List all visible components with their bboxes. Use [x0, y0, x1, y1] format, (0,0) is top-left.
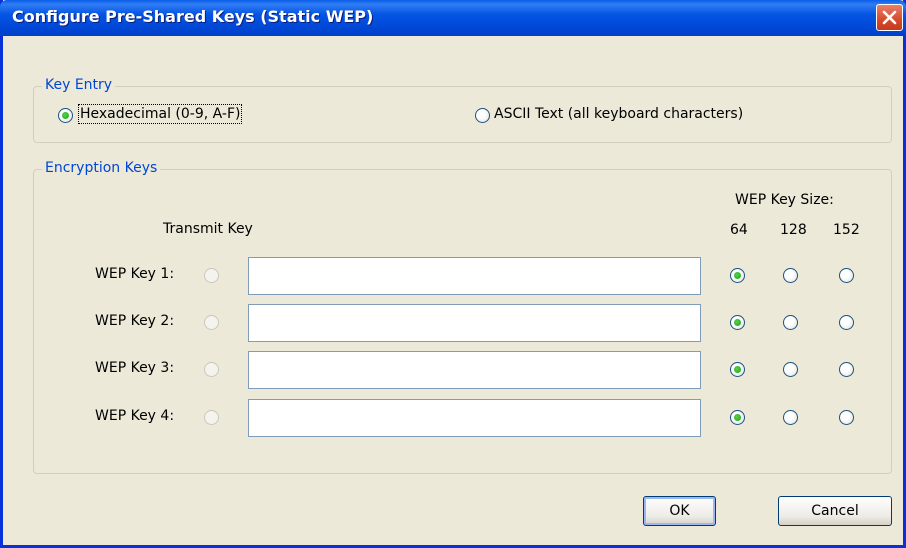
wep-key-3-transmit-radio	[204, 362, 219, 377]
wep-key-4-size-128-radio[interactable]	[783, 410, 798, 425]
close-button[interactable]	[876, 4, 903, 31]
wep-key-1-field[interactable]	[248, 257, 701, 295]
wep-key-3-size-128-radio[interactable]	[783, 362, 798, 377]
ascii-label[interactable]: ASCII Text (all keyboard characters)	[494, 106, 743, 122]
wep-key-1-label: WEP Key 1:	[95, 266, 175, 282]
close-icon	[882, 10, 897, 25]
wep-key-1-size-152-radio[interactable]	[839, 268, 854, 283]
ascii-radio[interactable]	[475, 108, 490, 123]
wep-key-1-size-64-radio[interactable]	[730, 268, 745, 283]
wep-key-4-label: WEP Key 4:	[95, 408, 175, 424]
wep-key-2-size-128-radio[interactable]	[783, 315, 798, 330]
wep-key-3-size-152-radio[interactable]	[839, 362, 854, 377]
wep-key-4-size-152-radio[interactable]	[839, 410, 854, 425]
window-title: Configure Pre-Shared Keys (Static WEP)	[12, 7, 374, 26]
wep-key-3-field[interactable]	[248, 351, 701, 389]
wep-key-2-label: WEP Key 2:	[95, 313, 175, 329]
key-entry-title: Key Entry	[42, 77, 116, 93]
wep-key-4-transmit-radio	[204, 410, 219, 425]
transmit-key-header: Transmit Key	[163, 221, 253, 237]
title-bar[interactable]: Configure Pre-Shared Keys (Static WEP)	[0, 0, 906, 36]
wep-key-4-field[interactable]	[248, 399, 701, 437]
wep-key-2-transmit-radio	[204, 315, 219, 330]
wep-key-size-header: WEP Key Size:	[735, 192, 834, 208]
hexadecimal-radio[interactable]	[58, 108, 73, 123]
dialog-window: Configure Pre-Shared Keys (Static WEP) K…	[0, 0, 906, 548]
encryption-keys-title: Encryption Keys	[42, 160, 161, 176]
wep-key-2-size-64-radio[interactable]	[730, 315, 745, 330]
cancel-button[interactable]: Cancel	[778, 496, 892, 526]
size-128-header: 128	[780, 222, 807, 238]
hexadecimal-label[interactable]: Hexadecimal (0-9, A-F)	[77, 104, 243, 124]
ok-button[interactable]: OK	[643, 496, 716, 526]
wep-key-1-transmit-radio	[204, 268, 219, 283]
wep-key-1-size-128-radio[interactable]	[783, 268, 798, 283]
wep-key-4-size-64-radio[interactable]	[730, 410, 745, 425]
size-152-header: 152	[833, 222, 860, 238]
size-64-header: 64	[730, 222, 748, 238]
wep-key-2-size-152-radio[interactable]	[839, 315, 854, 330]
wep-key-3-size-64-radio[interactable]	[730, 362, 745, 377]
wep-key-3-label: WEP Key 3:	[95, 360, 175, 376]
wep-key-2-field[interactable]	[248, 304, 701, 342]
